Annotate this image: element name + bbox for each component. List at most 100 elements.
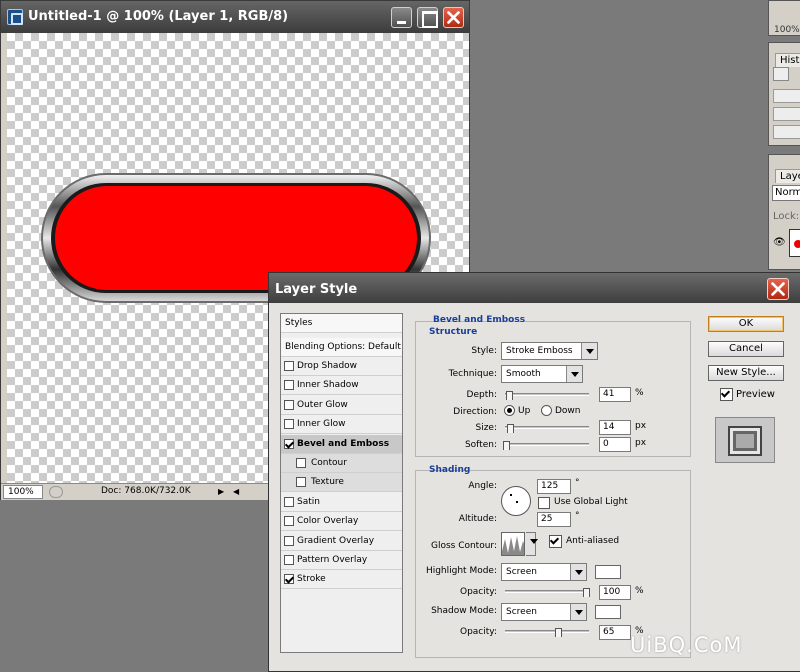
blending-options-item[interactable]: Blending Options: Default [281,338,402,357]
highlight-mode-select[interactable]: Screen [501,563,587,581]
style-item-stroke[interactable]: Stroke [281,570,402,590]
style-item-texture[interactable]: Texture [281,473,402,493]
status-info-icon[interactable] [49,486,63,498]
highlight-opacity-label: Opacity: [460,587,497,597]
shadow-mode-label: Shadow Mode: [431,606,497,616]
status-menu-arrow-icon[interactable]: ▶ [218,487,224,496]
style-item-checkbox[interactable] [284,438,294,449]
shadow-opacity-input[interactable]: 65 [599,625,631,640]
depth-input[interactable]: 41 [599,387,631,402]
new-style-button[interactable]: New Style... [708,365,784,381]
depth-slider-thumb[interactable] [506,391,514,400]
altitude-unit: ° [575,511,580,521]
document-title-bar[interactable]: Untitled-1 @ 100% (Layer 1, RGB/8) [1,1,469,33]
shadow-mode-select[interactable]: Screen [501,603,587,621]
navigator-zoom-value[interactable]: 100% [774,25,800,35]
style-item-bevel-and-emboss[interactable]: Bevel and Emboss [281,434,402,454]
shadow-color-swatch[interactable] [595,605,621,619]
close-icon [447,11,460,24]
anti-aliased-checkbox[interactable] [549,535,562,548]
soften-input[interactable]: 0 [599,437,631,452]
lock-label: Lock: [773,211,800,222]
minimize-button[interactable] [391,7,412,28]
style-item-checkbox[interactable] [284,516,294,527]
dialog-title-bar[interactable]: Layer Style [269,273,800,303]
dialog-close-button[interactable] [767,278,789,300]
style-item-label: Outer Glow [297,399,348,410]
history-tab[interactable]: Histo [775,53,800,67]
highlight-opacity-slider-thumb[interactable] [583,588,590,597]
shadow-opacity-slider[interactable] [505,630,589,633]
layer-blend-mode-select[interactable]: Norma [772,185,800,201]
angle-dial[interactable] [501,486,531,516]
soften-slider[interactable] [505,443,589,446]
history-snapshot-icon[interactable] [773,67,789,81]
direction-up-label: Up [518,406,531,416]
structure-title: Structure [429,327,478,337]
depth-unit: % [635,388,644,398]
style-item-inner-glow[interactable]: Inner Glow [281,415,402,435]
chevron-down-icon [566,366,582,382]
style-item-label: Inner Glow [297,419,346,430]
shadow-opacity-slider-thumb[interactable] [555,628,562,637]
layers-tab[interactable]: Layer [775,169,800,183]
style-item-label: Drop Shadow [297,361,358,371]
style-item-inner-shadow[interactable]: Inner Shadow [281,376,402,396]
style-item-pattern-overlay[interactable]: Pattern Overlay [281,551,402,570]
zoom-level-field[interactable]: 100% [3,485,43,499]
highlight-color-swatch[interactable] [595,565,621,579]
angle-input[interactable]: 125 [537,479,571,494]
style-item-color-overlay[interactable]: Color Overlay [281,512,402,532]
style-item-gradient-overlay[interactable]: Gradient Overlay [281,532,402,551]
highlight-opacity-input[interactable]: 100 [599,585,631,600]
style-item-checkbox[interactable] [284,361,294,371]
ok-button[interactable]: OK [708,316,784,332]
style-item-checkbox[interactable] [284,380,294,391]
direction-label: Direction: [453,407,497,417]
document-close-button[interactable] [443,7,464,28]
size-slider-thumb[interactable] [507,424,515,433]
style-item-checkbox[interactable] [284,535,294,546]
style-item-checkbox[interactable] [296,458,306,468]
preview-checkbox[interactable] [720,388,733,401]
highlight-opacity-unit: % [635,586,644,596]
cancel-button[interactable]: Cancel [708,341,784,357]
layer-thumbnail[interactable] [789,229,800,257]
technique-select[interactable]: Smooth [501,365,583,383]
direction-up-radio[interactable] [504,405,515,416]
style-item-drop-shadow[interactable]: Drop Shadow [281,357,402,376]
style-item-contour[interactable]: Contour [281,454,402,473]
history-row[interactable] [773,89,800,103]
style-item-checkbox[interactable] [284,555,294,565]
gloss-contour-label: Gloss Contour: [430,541,497,551]
watermark-text: UiBQ.CoM [630,633,743,657]
use-global-light-checkbox[interactable] [538,497,550,509]
maximize-button[interactable] [417,7,438,28]
bevel-style-select[interactable]: Stroke Emboss [501,342,598,360]
style-item-satin[interactable]: Satin [281,493,402,512]
altitude-input[interactable]: 25 [537,512,571,527]
altitude-label: Altitude: [458,514,497,524]
size-slider[interactable] [505,426,589,429]
history-row[interactable] [773,107,800,121]
gloss-contour-dropdown[interactable] [526,532,538,556]
style-item-checkbox[interactable] [284,399,294,410]
styles-header[interactable]: Styles [281,314,402,333]
chevron-down-icon [570,604,586,620]
style-item-checkbox[interactable] [284,419,294,430]
scroll-left-arrow-icon[interactable]: ◀ [233,487,239,496]
style-item-checkbox[interactable] [296,477,306,488]
depth-slider[interactable] [505,393,589,396]
size-input[interactable]: 14 [599,420,631,435]
style-item-checkbox[interactable] [284,496,294,507]
style-item-checkbox[interactable] [284,574,294,585]
soften-slider-thumb[interactable] [503,441,510,450]
highlight-opacity-slider[interactable] [505,590,589,593]
direction-down-radio[interactable] [541,405,552,416]
gloss-contour-picker[interactable] [501,532,525,556]
style-item-outer-glow[interactable]: Outer Glow [281,396,402,415]
history-row[interactable] [773,125,800,139]
preview-label: Preview [736,389,775,400]
navigator-panel: 100% [768,0,800,36]
layer-visibility-eye-icon[interactable]: 👁 [773,237,786,248]
